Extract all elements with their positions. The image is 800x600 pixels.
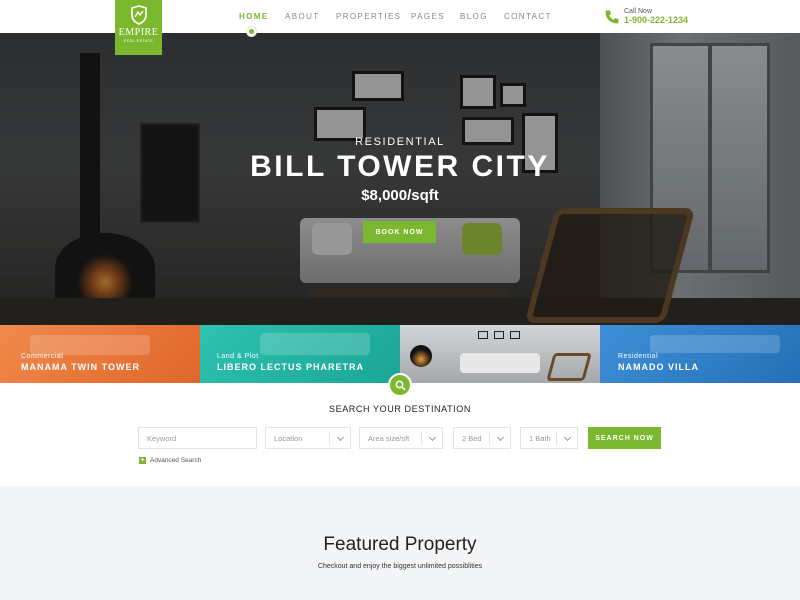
search-toggle-button[interactable] bbox=[388, 373, 412, 397]
nav-properties[interactable]: PROPERTIES bbox=[336, 12, 411, 21]
nav-pages[interactable]: PAGES bbox=[411, 12, 460, 21]
hero-price: $8,000/sqft bbox=[361, 187, 439, 204]
advanced-search-label: Advanced Search bbox=[150, 457, 202, 464]
area-value: Area size/sft bbox=[368, 433, 410, 443]
tile-frame bbox=[510, 331, 520, 339]
hero-banner: RESIDENTIAL BILL TOWER CITY $8,000/sqft … bbox=[0, 33, 800, 325]
location-select[interactable]: Location bbox=[265, 427, 351, 449]
chevron-down-icon bbox=[496, 433, 505, 442]
tile-bg-shape bbox=[30, 335, 150, 355]
tile-bg-shape bbox=[650, 335, 780, 353]
chevron-down-icon bbox=[563, 433, 572, 442]
category-name: MANAMA TWIN TOWER bbox=[21, 362, 140, 372]
category-tag: Land & Plot bbox=[217, 353, 259, 360]
chevron-down-icon bbox=[428, 433, 437, 442]
brand-tagline: REAL ESTATE bbox=[123, 39, 154, 43]
call-now-label: Call Now bbox=[624, 8, 653, 15]
nav-about[interactable]: ABOUT bbox=[285, 12, 336, 21]
phone-icon bbox=[605, 10, 619, 23]
select-divider bbox=[329, 432, 330, 445]
hero-title: BILL TOWER CITY bbox=[250, 150, 550, 183]
area-select[interactable]: Area size/sft bbox=[359, 427, 443, 449]
call-now[interactable]: Call Now 1-900-222-1234 bbox=[604, 8, 688, 25]
category-tag: Residential bbox=[618, 353, 659, 360]
nav-blog[interactable]: BLOG bbox=[460, 12, 504, 21]
baths-select[interactable]: 1 Bath bbox=[520, 427, 578, 449]
book-now-button[interactable]: BOOK NOW bbox=[363, 221, 436, 243]
select-divider bbox=[489, 432, 490, 445]
hero-kicker: RESIDENTIAL bbox=[355, 136, 445, 148]
tile-frame bbox=[478, 331, 488, 339]
category-name: NAMADO VILLA bbox=[618, 362, 699, 372]
featured-subtitle: Checkout and enjoy the biggest unlimited… bbox=[317, 563, 483, 570]
nav-home-label: HOME bbox=[239, 12, 269, 21]
tile-sofa bbox=[460, 353, 540, 373]
category-tile-residential[interactable]: Residential NAMADO VILLA bbox=[600, 325, 800, 383]
category-tile-land[interactable]: Land & Plot LIBERO LECTUS PHARETRA bbox=[200, 325, 400, 383]
keyword-placeholder: Keyword bbox=[147, 433, 177, 443]
tile-chair bbox=[546, 353, 592, 381]
phone-number: 1-900-222-1234 bbox=[624, 15, 689, 25]
category-name: LIBERO LECTUS PHARETRA bbox=[217, 362, 365, 372]
beds-select[interactable]: 2 Bed bbox=[453, 427, 511, 449]
site-header: EMPIRE REAL ESTATE HOME ABOUT PROPERTIES… bbox=[0, 0, 800, 55]
search-now-button[interactable]: SEARCH NOW bbox=[588, 427, 661, 449]
plus-icon: + bbox=[139, 457, 146, 464]
search-icon bbox=[395, 380, 406, 391]
keyword-input[interactable]: Keyword bbox=[138, 427, 257, 449]
tile-bg-shape bbox=[260, 333, 370, 355]
main-nav: HOME ABOUT PROPERTIES PAGES BLOG CONTACT bbox=[239, 12, 552, 36]
brand-logo[interactable]: EMPIRE REAL ESTATE bbox=[115, 0, 162, 55]
tile-fireplace bbox=[410, 345, 432, 367]
category-tile-commercial[interactable]: Commercial MANAMA TWIN TOWER bbox=[0, 325, 200, 383]
active-indicator-dot bbox=[247, 27, 256, 36]
brand-name: EMPIRE bbox=[118, 27, 159, 38]
category-tile-photo[interactable] bbox=[400, 325, 600, 383]
beds-value: 2 Bed bbox=[462, 433, 482, 443]
featured-title: Featured Property bbox=[323, 534, 477, 555]
search-title: SEARCH YOUR DESTINATION bbox=[329, 404, 471, 414]
location-value: Location bbox=[274, 433, 303, 443]
nav-contact[interactable]: CONTACT bbox=[504, 12, 552, 21]
chevron-down-icon bbox=[336, 433, 345, 442]
select-divider bbox=[421, 432, 422, 445]
baths-value: 1 Bath bbox=[529, 433, 551, 443]
tile-frame bbox=[494, 331, 504, 339]
advanced-search-link[interactable]: + Advanced Search bbox=[139, 457, 201, 464]
select-divider bbox=[556, 432, 557, 445]
nav-home[interactable]: HOME bbox=[239, 12, 285, 36]
shield-logo-icon bbox=[130, 5, 147, 25]
featured-section: Featured Property Checkout and enjoy the… bbox=[0, 486, 800, 600]
category-tag: Commercial bbox=[21, 353, 64, 360]
